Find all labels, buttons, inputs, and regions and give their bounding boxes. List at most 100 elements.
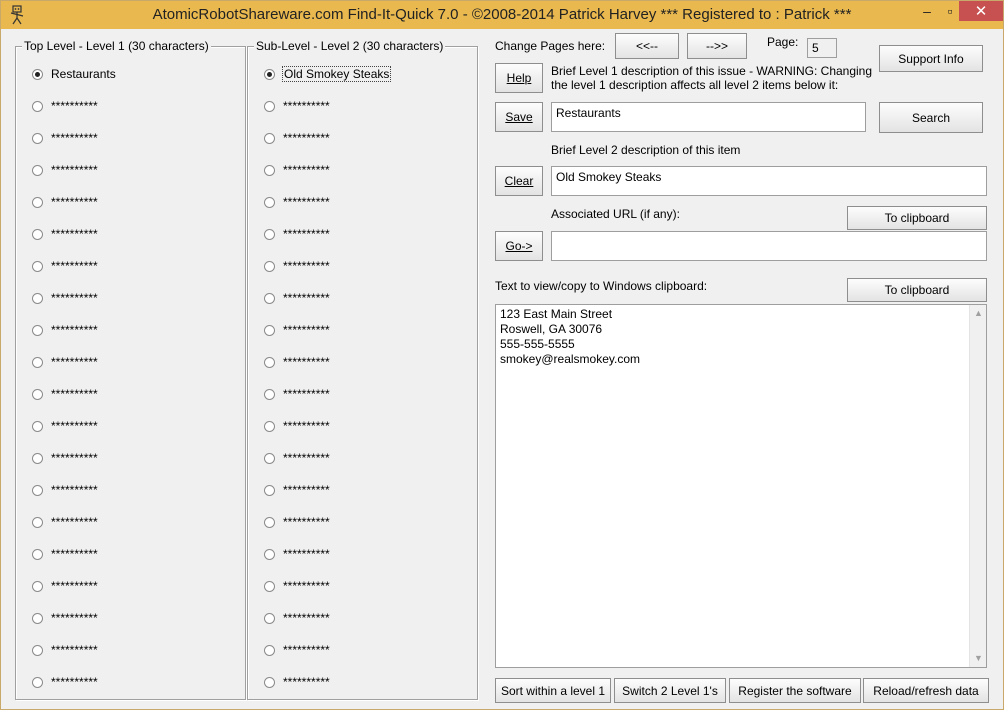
text-to-clipboard-button[interactable]: To clipboard <box>847 278 987 302</box>
level1-radio-item[interactable]: ********** <box>32 290 98 306</box>
level1-radio-item[interactable]: ********** <box>32 354 98 370</box>
radio-button-icon[interactable] <box>264 484 275 496</box>
radio-button-icon[interactable] <box>264 164 275 176</box>
level2-radio-item[interactable]: ********** <box>264 290 330 306</box>
radio-button-icon[interactable] <box>264 324 275 336</box>
level2-radio-item[interactable]: ********** <box>264 578 330 594</box>
radio-button-icon[interactable] <box>32 484 43 496</box>
radio-button-icon[interactable] <box>264 260 275 272</box>
radio-button-icon[interactable] <box>264 420 275 432</box>
level2-radio-item[interactable]: ********** <box>264 354 330 370</box>
radio-button-icon[interactable] <box>32 292 43 304</box>
level1-radio-item[interactable]: ********** <box>32 194 98 210</box>
level1-radio-item[interactable]: ********** <box>32 610 98 626</box>
clear-button[interactable]: Clear <box>495 166 543 196</box>
radio-button-icon[interactable] <box>32 164 43 176</box>
level2-radio-item[interactable]: ********** <box>264 226 330 242</box>
support-info-button[interactable]: Support Info <box>879 45 983 72</box>
level2-radio-item[interactable]: ********** <box>264 322 330 338</box>
radio-button-icon[interactable] <box>32 132 43 144</box>
level2-radio-item[interactable]: Old Smokey Steaks <box>264 66 392 82</box>
radio-button-icon[interactable] <box>32 228 43 240</box>
sort-button[interactable]: Sort within a level 1 <box>495 678 611 703</box>
level2-radio-item[interactable]: ********** <box>264 514 330 530</box>
level1-radio-item[interactable]: ********** <box>32 546 98 562</box>
level2-radio-item[interactable]: ********** <box>264 130 330 146</box>
radio-button-icon[interactable] <box>32 548 43 560</box>
radio-button-icon[interactable] <box>32 68 43 80</box>
page-number-field[interactable]: 5 <box>807 38 837 58</box>
minimize-button[interactable]: – <box>913 1 941 21</box>
level2-radio-item[interactable]: ********** <box>264 546 330 562</box>
level1-radio-item[interactable]: ********** <box>32 642 98 658</box>
level2-radio-item[interactable]: ********** <box>264 162 330 178</box>
radio-button-icon[interactable] <box>32 452 43 464</box>
level1-radio-item[interactable]: ********** <box>32 226 98 242</box>
next-page-button[interactable]: -->> <box>687 33 747 59</box>
radio-button-icon[interactable] <box>32 644 43 656</box>
radio-button-icon[interactable] <box>32 612 43 624</box>
radio-button-icon[interactable] <box>32 324 43 336</box>
scroll-down-icon[interactable]: ▼ <box>970 650 987 667</box>
level1-radio-item[interactable]: ********** <box>32 130 98 146</box>
radio-button-icon[interactable] <box>32 388 43 400</box>
level2-radio-item[interactable]: ********** <box>264 674 330 690</box>
reload-button[interactable]: Reload/refresh data <box>863 678 989 703</box>
level1-radio-item[interactable]: ********** <box>32 322 98 338</box>
radio-button-icon[interactable] <box>32 676 43 688</box>
radio-button-icon[interactable] <box>264 228 275 240</box>
level1-radio-item[interactable]: ********** <box>32 578 98 594</box>
level1-radio-item[interactable]: ********** <box>32 514 98 530</box>
close-button[interactable]: ✕ <box>959 1 1003 21</box>
level1-radio-item[interactable]: ********** <box>32 674 98 690</box>
radio-button-icon[interactable] <box>264 612 275 624</box>
level1-radio-item[interactable]: ********** <box>32 98 98 114</box>
radio-button-icon[interactable] <box>264 548 275 560</box>
level2-radio-item[interactable]: ********** <box>264 386 330 402</box>
radio-button-icon[interactable] <box>264 100 275 112</box>
level2-radio-item[interactable]: ********** <box>264 418 330 434</box>
radio-button-icon[interactable] <box>264 452 275 464</box>
scroll-up-icon[interactable]: ▲ <box>970 305 987 322</box>
save-button[interactable]: Save <box>495 102 543 132</box>
register-button[interactable]: Register the software <box>729 678 861 703</box>
level1-radio-item[interactable]: ********** <box>32 162 98 178</box>
maximize-button[interactable]: ▫ <box>941 1 959 21</box>
radio-button-icon[interactable] <box>264 516 275 528</box>
radio-button-icon[interactable] <box>264 676 275 688</box>
level2-radio-item[interactable]: ********** <box>264 642 330 658</box>
level1-radio-item[interactable]: ********** <box>32 482 98 498</box>
title-bar[interactable]: AtomicRobotShareware.com Find-It-Quick 7… <box>1 1 1003 29</box>
level2-radio-item[interactable]: ********** <box>264 258 330 274</box>
level1-radio-item[interactable]: Restaurants <box>32 66 116 82</box>
radio-button-icon[interactable] <box>32 516 43 528</box>
search-button[interactable]: Search <box>879 102 983 133</box>
radio-button-icon[interactable] <box>264 132 275 144</box>
switch-level1-button[interactable]: Switch 2 Level 1's <box>614 678 726 703</box>
radio-button-icon[interactable] <box>32 100 43 112</box>
level1-radio-item[interactable]: ********** <box>32 450 98 466</box>
radio-button-icon[interactable] <box>264 580 275 592</box>
radio-button-icon[interactable] <box>264 196 275 208</box>
level2-radio-item[interactable]: ********** <box>264 98 330 114</box>
level2-radio-item[interactable]: ********** <box>264 610 330 626</box>
level1-desc-input[interactable]: Restaurants <box>551 102 866 132</box>
textarea-scrollbar[interactable]: ▲ ▼ <box>969 305 986 667</box>
radio-button-icon[interactable] <box>32 420 43 432</box>
radio-button-icon[interactable] <box>32 580 43 592</box>
radio-button-icon[interactable] <box>264 356 275 368</box>
level1-radio-item[interactable]: ********** <box>32 386 98 402</box>
prev-page-button[interactable]: <<-- <box>615 33 679 59</box>
radio-button-icon[interactable] <box>264 388 275 400</box>
url-input[interactable] <box>551 231 987 261</box>
url-to-clipboard-button[interactable]: To clipboard <box>847 206 987 230</box>
clipboard-textarea[interactable]: 123 East Main Street Roswell, GA 30076 555… <box>495 304 987 668</box>
radio-button-icon[interactable] <box>32 356 43 368</box>
radio-button-icon[interactable] <box>264 292 275 304</box>
go-button[interactable]: Go-> <box>495 231 543 261</box>
level2-radio-item[interactable]: ********** <box>264 450 330 466</box>
radio-button-icon[interactable] <box>32 196 43 208</box>
level2-desc-input[interactable]: Old Smokey Steaks <box>551 166 987 196</box>
radio-button-icon[interactable] <box>264 644 275 656</box>
radio-button-icon[interactable] <box>32 260 43 272</box>
